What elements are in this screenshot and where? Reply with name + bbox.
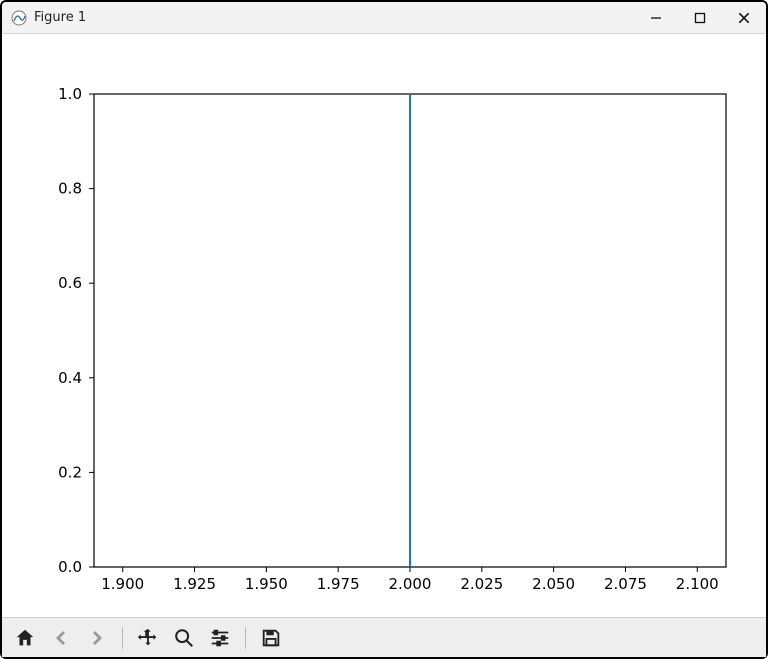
x-tick: 2.100	[676, 567, 719, 593]
svg-text:1.975: 1.975	[317, 575, 360, 593]
svg-text:0.6: 0.6	[58, 274, 82, 292]
x-tick: 1.900	[101, 567, 144, 593]
app-icon	[10, 9, 28, 27]
x-tick: 1.975	[317, 567, 360, 593]
back-icon[interactable]	[48, 625, 74, 651]
svg-text:0.8: 0.8	[58, 180, 82, 198]
y-tick: 0.0	[58, 558, 94, 576]
svg-text:1.900: 1.900	[101, 575, 144, 593]
configure-icon[interactable]	[207, 625, 233, 651]
toolbar-separator	[245, 627, 246, 649]
x-tick: 2.050	[532, 567, 575, 593]
x-tick: 2.025	[460, 567, 503, 593]
window-controls	[646, 8, 760, 28]
plot-canvas[interactable]: 1.900 1.925 1.950 1.975 2.000 2.025 2.050 2.075…	[2, 34, 766, 617]
toolbar-separator	[122, 627, 123, 649]
minimize-button[interactable]	[646, 8, 666, 28]
matplotlib-toolbar	[2, 617, 766, 657]
svg-text:1.0: 1.0	[58, 85, 82, 103]
maximize-button[interactable]	[690, 8, 710, 28]
home-icon[interactable]	[12, 625, 38, 651]
plot-area[interactable]: 1.900 1.925 1.950 1.975 2.000 2.025 2.050 2.075…	[2, 34, 766, 617]
window-title: Figure 1	[34, 10, 86, 25]
svg-text:1.925: 1.925	[173, 575, 216, 593]
svg-text:0.2: 0.2	[58, 463, 82, 481]
x-tick: 2.075	[604, 567, 647, 593]
y-tick: 1.0	[58, 85, 94, 103]
x-tick: 1.950	[245, 567, 288, 593]
svg-text:2.050: 2.050	[532, 575, 575, 593]
svg-text:2.100: 2.100	[676, 575, 719, 593]
forward-icon[interactable]	[84, 625, 110, 651]
pan-icon[interactable]	[135, 625, 161, 651]
x-tick: 2.000	[389, 567, 432, 593]
zoom-icon[interactable]	[171, 625, 197, 651]
y-tick: 0.6	[58, 274, 94, 292]
svg-text:1.950: 1.950	[245, 575, 288, 593]
svg-text:2.025: 2.025	[460, 575, 503, 593]
x-tick: 1.925	[173, 567, 216, 593]
svg-text:0.0: 0.0	[58, 558, 82, 576]
svg-text:0.4: 0.4	[58, 369, 82, 387]
app-window: Figure 1 1.900 1.925 1.950 1.975 2.000 2.025 2…	[0, 0, 768, 659]
y-tick: 0.8	[58, 180, 94, 198]
titlebar: Figure 1	[2, 2, 766, 34]
svg-text:2.000: 2.000	[389, 575, 432, 593]
y-tick: 0.2	[58, 463, 94, 481]
y-tick: 0.4	[58, 369, 94, 387]
svg-text:2.075: 2.075	[604, 575, 647, 593]
close-button[interactable]	[734, 8, 754, 28]
save-icon[interactable]	[258, 625, 284, 651]
